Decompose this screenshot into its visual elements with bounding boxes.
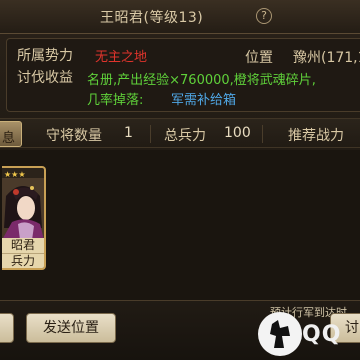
tab-info-label: 息 bbox=[2, 131, 16, 146]
stats-row: 息 守将数量 1 总兵力 100 推荐战力 bbox=[0, 118, 360, 148]
position-value[interactable]: 豫州(171,13 bbox=[293, 47, 360, 67]
total-troops-value: 100 bbox=[224, 125, 251, 141]
general-card[interactable]: ★★★ 昭君 兵力 bbox=[2, 166, 46, 270]
help-icon[interactable]: ? bbox=[256, 8, 272, 24]
general-stat-label: 兵力 bbox=[2, 253, 44, 268]
drop-value[interactable]: 军需补给箱 bbox=[171, 89, 236, 108]
guard-count-label: 守将数量 bbox=[46, 128, 102, 144]
total-troops-label: 总兵力 bbox=[164, 128, 206, 144]
divider bbox=[150, 125, 151, 143]
position-label: 位置 bbox=[245, 50, 273, 66]
watermark-logo-icon bbox=[258, 312, 302, 356]
watermark-text: QQ bbox=[302, 322, 342, 347]
dialog-header: 王昭君(等级13) ? bbox=[0, 0, 360, 34]
dialog-title: 王昭君(等级13) bbox=[100, 10, 204, 26]
reward-label: 讨伐收益 bbox=[17, 70, 73, 86]
info-panel: 所属势力 无主之地 位置 豫州(171,13 讨伐收益 名册,产出经验×7600… bbox=[6, 38, 360, 112]
divider bbox=[262, 125, 263, 143]
faction-value: 无主之地 bbox=[95, 50, 148, 65]
game-dialog: 王昭君(等级13) ? 所属势力 无主之地 位置 豫州(171,13 讨伐收益 … bbox=[0, 0, 360, 360]
faction-label: 所属势力 bbox=[17, 48, 73, 64]
drop-label: 几率掉落: bbox=[87, 93, 144, 108]
send-position-button[interactable]: 发送位置 bbox=[26, 313, 116, 343]
general-portrait bbox=[2, 178, 44, 240]
left-button[interactable] bbox=[0, 313, 14, 343]
guard-count-value: 1 bbox=[124, 125, 133, 141]
general-name: 昭君 bbox=[2, 238, 44, 253]
content-area: ★★★ 昭君 兵力 bbox=[0, 150, 360, 300]
tab-info[interactable]: 息 bbox=[0, 121, 22, 147]
reward-value: 名册,产出经验×760000,橙将武魂碎片, bbox=[87, 73, 316, 88]
star-rating: ★★★ bbox=[4, 170, 26, 179]
recommended-power-label: 推荐战力 bbox=[288, 128, 344, 144]
